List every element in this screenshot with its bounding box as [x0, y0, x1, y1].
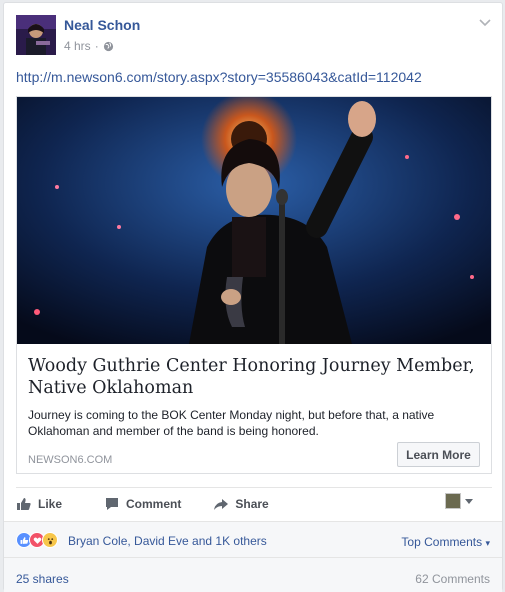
like-button[interactable]: Like [16, 496, 62, 512]
top-comments-label: Top Comments [401, 535, 483, 549]
meta-separator: · [94, 39, 99, 53]
like-label: Like [38, 496, 63, 511]
post-card: Neal Schon 4 hrs · http://m.newson6.com/… [3, 2, 503, 592]
comment-icon [106, 497, 119, 510]
share-button[interactable]: Share [213, 496, 269, 512]
reaction-names[interactable]: Bryan Cole, David Eve and 1K others [68, 534, 267, 548]
globe-icon[interactable] [103, 41, 114, 52]
comments-count[interactable]: 62 Comments [415, 572, 490, 586]
reactions-bar: Bryan Cole, David Eve and 1K others Top … [4, 521, 502, 557]
action-bar: Like Comment Share [16, 487, 492, 519]
thumbs-up-icon [17, 497, 31, 510]
wow-reaction-icon [42, 532, 58, 548]
share-label: Share [235, 496, 269, 511]
chevron-down-icon[interactable] [478, 15, 492, 29]
attachment-description: Journey is coming to the BOK Center Mond… [28, 408, 435, 438]
link-attachment[interactable]: Woody Guthrie Center Honoring Journey Me… [16, 96, 492, 474]
share-arrow-icon [214, 498, 229, 510]
top-comments-dropdown[interactable]: Top Comments ▾ [401, 535, 490, 549]
attachment-photo[interactable] [17, 97, 491, 344]
shares-bar: 25 shares 62 Comments [4, 557, 502, 592]
post-meta: 4 hrs · [64, 39, 114, 53]
comment-label: Comment [126, 496, 182, 511]
attachment-domain: NEWSON6.COM [28, 454, 113, 466]
comment-as-selector[interactable] [445, 493, 473, 509]
learn-more-button[interactable]: Learn More [397, 442, 480, 467]
caret-down-icon [465, 498, 473, 504]
author-avatar[interactable] [16, 15, 56, 55]
top-comments-arrow: ▾ [485, 538, 490, 548]
post-time[interactable]: 4 hrs [64, 39, 91, 53]
post-link[interactable]: http://m.newson6.com/story.aspx?story=35… [16, 69, 422, 85]
attachment-title[interactable]: Woody Guthrie Center Honoring Journey Me… [28, 355, 478, 399]
author-name[interactable]: Neal Schon [64, 17, 140, 33]
commenter-avatar [445, 493, 461, 509]
comment-button[interactable]: Comment [104, 496, 181, 512]
shares-count[interactable]: 25 shares [16, 572, 69, 586]
reaction-icons[interactable] [16, 532, 58, 548]
